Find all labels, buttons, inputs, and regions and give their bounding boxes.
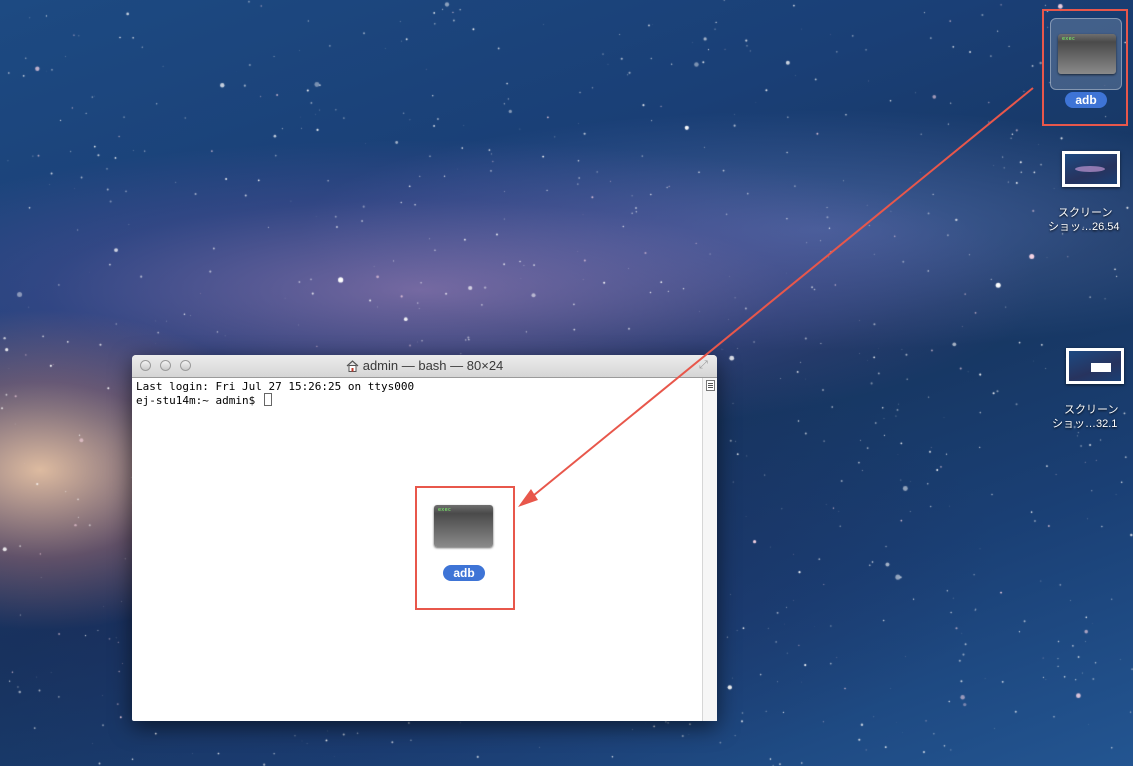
screenshot-file-icon [1062, 151, 1120, 187]
highlight-box-drop-target [415, 486, 515, 610]
terminal-prompt: ej-stu14m:~ admin$ [136, 394, 262, 407]
window-title: admin — bash — 80×24 [132, 358, 717, 373]
terminal-window[interactable]: admin — bash — 80×24 ⤢ Last login: Fri J… [132, 355, 717, 721]
screenshot-file-icon [1066, 348, 1124, 384]
terminal-prompt-line: ej-stu14m:~ admin$ [136, 393, 701, 407]
window-titlebar[interactable]: admin — bash — 80×24 ⤢ [132, 355, 717, 378]
window-title-text: admin — bash — 80×24 [362, 358, 504, 373]
desktop-icon-screenshot-1[interactable]: スクリーン ショッ…26.54 [1040, 148, 1133, 238]
highlight-box-desktop-adb [1042, 9, 1128, 126]
desktop-icon-screenshot-2[interactable]: スクリーン ショッ…32.1 [1040, 345, 1133, 435]
vertical-scrollbar[interactable] [702, 378, 717, 721]
fullscreen-icon[interactable]: ⤢ [699, 359, 711, 371]
desktop-icon-label-line1: スクリーン [1058, 207, 1113, 219]
desktop-icon-label-line2: ショッ…32.1 [1052, 418, 1118, 430]
desktop-icon-label-line2: ショッ…26.54 [1048, 221, 1120, 233]
scroll-handle-icon[interactable] [706, 380, 715, 391]
terminal-cursor [263, 393, 272, 406]
home-icon [346, 360, 359, 372]
terminal-line: Last login: Fri Jul 27 15:26:25 on ttys0… [136, 380, 415, 393]
desktop-icon-label-line1: スクリーン [1064, 404, 1119, 416]
